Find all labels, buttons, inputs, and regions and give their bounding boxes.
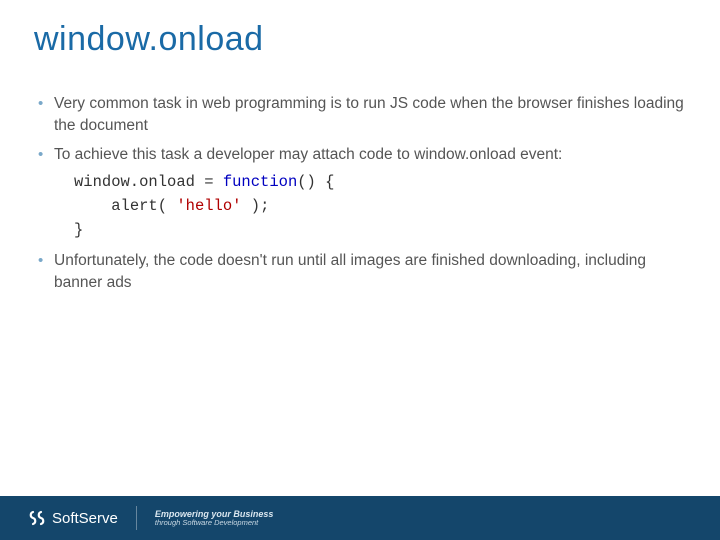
logo-mark-icon: [28, 509, 46, 527]
code-text: () {: [297, 173, 334, 191]
brand-logo: SoftServe: [28, 509, 118, 527]
tagline-line-2: through Software Development: [155, 519, 274, 528]
brand-name: SoftServe: [52, 510, 118, 527]
content-area: Very common task in web programming is t…: [34, 93, 686, 293]
code-string: 'hello': [176, 197, 241, 215]
code-line: }: [74, 218, 686, 242]
code-text: window.onload =: [74, 173, 223, 191]
page-title: window.onload: [34, 20, 686, 59]
bullet-item: To achieve this task a developer may att…: [34, 144, 686, 242]
code-text: );: [241, 197, 269, 215]
bullet-item: Unfortunately, the code doesn't run unti…: [34, 250, 686, 293]
code-line: window.onload = function() {: [74, 170, 686, 194]
code-keyword: function: [223, 173, 297, 191]
code-text: alert(: [111, 197, 176, 215]
footer-divider: [136, 506, 137, 530]
bullet-text: To achieve this task a developer may att…: [54, 146, 562, 163]
bullet-item: Very common task in web programming is t…: [34, 93, 686, 136]
footer-tagline: Empowering your Business through Softwar…: [155, 509, 274, 528]
code-block: window.onload = function() { alert( 'hel…: [54, 170, 686, 242]
slide-body: window.onload Very common task in web pr…: [0, 0, 720, 293]
footer-bar: SoftServe Empowering your Business throu…: [0, 496, 720, 540]
code-line: alert( 'hello' );: [74, 194, 686, 218]
bullet-list: Very common task in web programming is t…: [34, 93, 686, 293]
